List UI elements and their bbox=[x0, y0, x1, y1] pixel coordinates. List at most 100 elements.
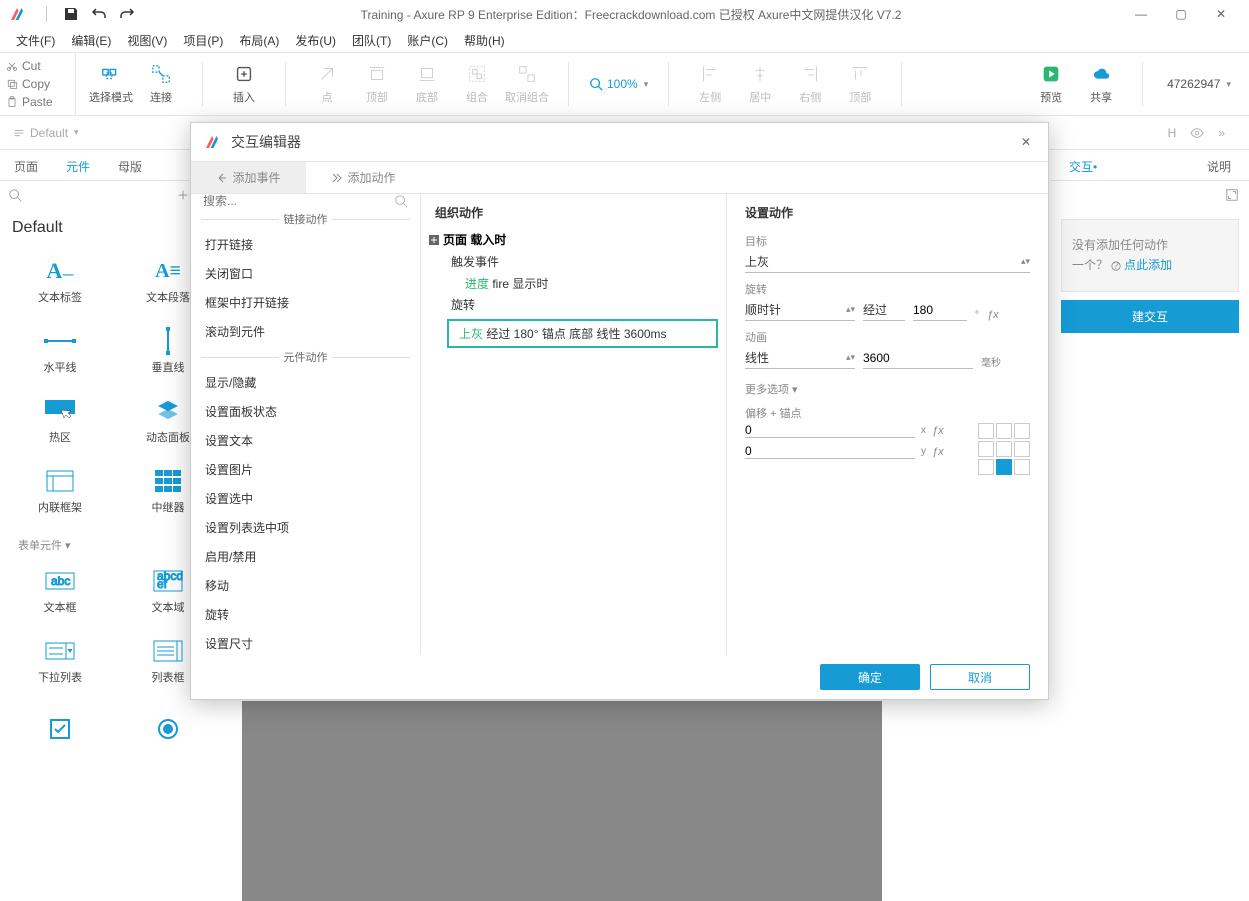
anchor-ml[interactable] bbox=[978, 441, 994, 457]
align-top-button: 顶部 bbox=[835, 56, 885, 112]
action-set-selected[interactable]: 设置选中 bbox=[191, 484, 420, 513]
action-move[interactable]: 移动 bbox=[191, 571, 420, 600]
tab-interactions[interactable]: 交互• bbox=[1063, 151, 1103, 180]
action-set-size[interactable]: 设置尺寸 bbox=[191, 629, 420, 655]
tab-widgets[interactable]: 元件 bbox=[52, 151, 104, 180]
save-icon[interactable] bbox=[63, 6, 79, 22]
action-open-in-frame[interactable]: 框架中打开链接 bbox=[191, 288, 420, 317]
widget-hotspot[interactable]: 热区 bbox=[6, 387, 114, 457]
maximize-button[interactable]: ▢ bbox=[1161, 0, 1201, 28]
connect-button[interactable]: 连接 bbox=[136, 56, 186, 112]
action-set-image[interactable]: 设置图片 bbox=[191, 455, 420, 484]
cancel-button[interactable]: 取消 bbox=[930, 664, 1030, 690]
widget-droplist[interactable]: 下拉列表 bbox=[6, 627, 114, 697]
anchor-mr[interactable] bbox=[1014, 441, 1030, 457]
action-enable-disable[interactable]: 启用/禁用 bbox=[191, 542, 420, 571]
titlebar: Training - Axure RP 9 Enterprise Edition… bbox=[0, 0, 1249, 28]
visibility-icon[interactable] bbox=[1190, 126, 1204, 140]
rotate-direction-select[interactable]: 顺时针▴▾ bbox=[745, 299, 855, 321]
tab-masters[interactable]: 母版 bbox=[104, 151, 156, 180]
action-set-text[interactable]: 设置文本 bbox=[191, 426, 420, 455]
anchor-tl[interactable] bbox=[978, 423, 994, 439]
close-button[interactable]: ✕ bbox=[1201, 0, 1241, 28]
animation-duration-input[interactable] bbox=[863, 347, 973, 369]
add-icon[interactable] bbox=[176, 188, 190, 202]
menu-team[interactable]: 团队(T) bbox=[344, 30, 399, 51]
tab-add-action[interactable]: 添加动作 bbox=[306, 162, 421, 193]
new-interaction-button[interactable]: 建交互 bbox=[1061, 300, 1239, 333]
right-panel: 交互• 说明 没有添加任何动作 一个？ ? 点此添加 建交互 bbox=[1051, 151, 1249, 778]
style-dropdown[interactable]: Default▾ bbox=[12, 126, 79, 140]
widget-hline[interactable]: 水平线 bbox=[6, 317, 114, 387]
target-label: 目标 bbox=[745, 233, 1030, 249]
action-scroll-to[interactable]: 滚动到元件 bbox=[191, 317, 420, 346]
align-center-button: 居中 bbox=[735, 56, 785, 112]
widget-textfield[interactable]: abc文本框 bbox=[6, 557, 114, 627]
share-button[interactable]: 共享 bbox=[1076, 56, 1126, 112]
widget-checkbox[interactable] bbox=[6, 697, 114, 767]
event-page-load[interactable]: 页面 载入时 bbox=[421, 227, 726, 252]
fx-button[interactable]: ƒx bbox=[932, 446, 944, 458]
add-here-link[interactable]: 点此添加 bbox=[1124, 258, 1172, 272]
tab-pages[interactable]: 页面 bbox=[0, 151, 52, 180]
action-set-panel-state[interactable]: 设置面板状态 bbox=[191, 397, 420, 426]
group-widget-actions: 元件动作 bbox=[191, 346, 420, 368]
menu-account[interactable]: 账户(C) bbox=[399, 30, 456, 51]
expand-icon[interactable] bbox=[1225, 188, 1239, 202]
anchor-bl[interactable] bbox=[978, 459, 994, 475]
fx-button[interactable]: ƒx bbox=[987, 309, 999, 321]
tab-add-event[interactable]: 添加事件 bbox=[191, 162, 306, 193]
rotate-by-select[interactable]: 经过 bbox=[863, 299, 905, 321]
anchor-tr[interactable] bbox=[1014, 423, 1030, 439]
menu-file[interactable]: 文件(F) bbox=[8, 30, 63, 51]
menu-view[interactable]: 视图(V) bbox=[119, 30, 175, 51]
undo-icon[interactable] bbox=[91, 6, 107, 22]
svg-text:abc: abc bbox=[51, 574, 70, 588]
tab-notes[interactable]: 说明 bbox=[1201, 151, 1237, 180]
offset-x-input[interactable] bbox=[745, 423, 915, 438]
animation-type-select[interactable]: 线性▴▾ bbox=[745, 347, 855, 369]
selected-action-row[interactable]: 上灰 经过 180° 锚点 底部 线性 3600ms bbox=[447, 319, 718, 348]
select-mode-button[interactable]: 选择模式 bbox=[86, 56, 136, 112]
insert-button[interactable]: 插入 bbox=[219, 56, 269, 112]
widget-label[interactable]: A—文本标签 bbox=[6, 247, 114, 317]
menu-edit[interactable]: 编辑(E) bbox=[63, 30, 119, 51]
action-set-list-selected[interactable]: 设置列表选中项 bbox=[191, 513, 420, 542]
dialog-title: 交互编辑器 bbox=[231, 132, 1016, 152]
zoom-control[interactable]: 100%▾ bbox=[575, 53, 662, 115]
target-select[interactable]: 上灰▴▾ bbox=[745, 251, 1030, 273]
interaction-editor-dialog: 交互编辑器 ✕ 添加事件 添加动作 链接动作 打开链接 关闭窗口 框架中打开链接… bbox=[190, 122, 1049, 700]
menu-arrange[interactable]: 布局(A) bbox=[231, 30, 287, 51]
copy-button[interactable]: Copy bbox=[6, 75, 69, 93]
anchor-mc[interactable] bbox=[996, 441, 1012, 457]
rotate-label: 旋转 bbox=[745, 281, 1030, 297]
widget-radio[interactable] bbox=[114, 697, 222, 767]
search-icon[interactable] bbox=[8, 188, 22, 202]
minimize-button[interactable]: ― bbox=[1121, 0, 1161, 28]
anchor-bc[interactable] bbox=[996, 459, 1012, 475]
more-options-toggle[interactable]: 更多选项 ▾ bbox=[745, 381, 1030, 397]
menu-help[interactable]: 帮助(H) bbox=[456, 30, 513, 51]
menu-project[interactable]: 项目(P) bbox=[175, 30, 231, 51]
dialog-close-button[interactable]: ✕ bbox=[1016, 135, 1036, 149]
widget-iframe[interactable]: 内联框架 bbox=[6, 457, 114, 527]
menu-publish[interactable]: 发布(U) bbox=[287, 30, 344, 51]
rotate-degrees-input[interactable] bbox=[913, 299, 967, 321]
paste-button[interactable]: Paste bbox=[6, 93, 69, 111]
ok-button[interactable]: 确定 bbox=[820, 664, 920, 690]
bottom-button: 底部 bbox=[402, 56, 452, 112]
search-icon[interactable] bbox=[394, 194, 408, 208]
anchor-tc[interactable] bbox=[996, 423, 1012, 439]
action-show-hide[interactable]: 显示/隐藏 bbox=[191, 368, 420, 397]
action-search-input[interactable] bbox=[203, 194, 394, 208]
offset-y-input[interactable] bbox=[745, 444, 915, 459]
fx-button[interactable]: ƒx bbox=[932, 425, 944, 437]
action-rotate[interactable]: 旋转 bbox=[191, 600, 420, 629]
action-open-link[interactable]: 打开链接 bbox=[191, 230, 420, 259]
cut-button[interactable]: Cut bbox=[6, 57, 69, 75]
action-close-window[interactable]: 关闭窗口 bbox=[191, 259, 420, 288]
anchor-br[interactable] bbox=[1014, 459, 1030, 475]
redo-icon[interactable] bbox=[119, 6, 135, 22]
svg-text:?: ? bbox=[1113, 261, 1119, 271]
preview-button[interactable]: 预览 bbox=[1026, 56, 1076, 112]
